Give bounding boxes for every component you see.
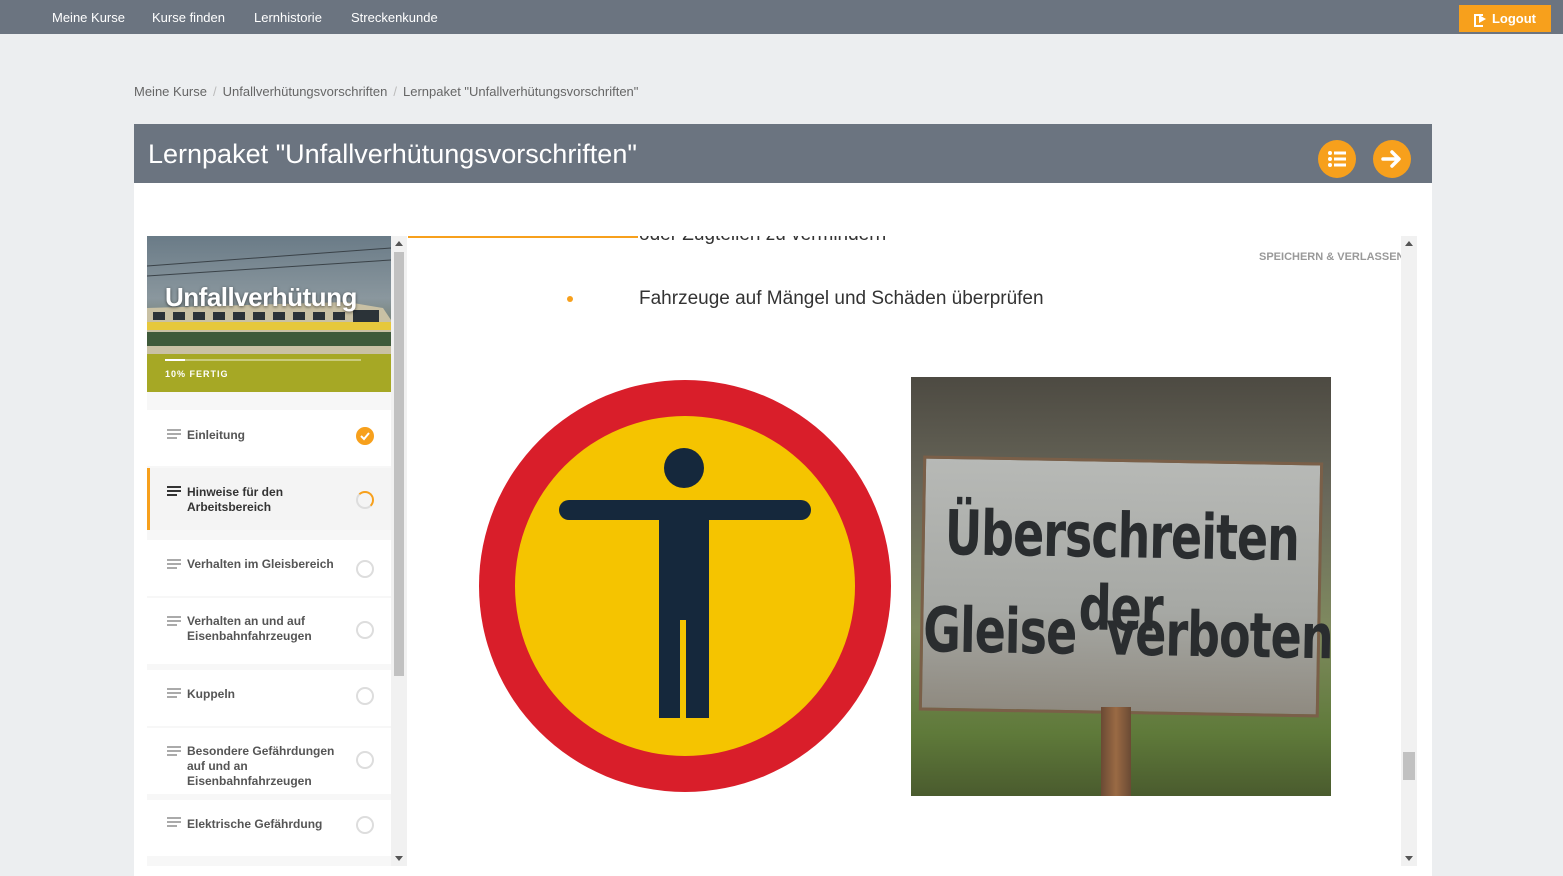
text-lines-icon [167, 429, 181, 439]
page-title: Lernpaket "Unfallverhütungsvorschriften" [148, 139, 637, 169]
lesson-list-button[interactable] [1318, 140, 1356, 178]
lesson-label: Hinweise für den Arbeitsbereich [187, 485, 284, 514]
nav-streckenkunde[interactable]: Streckenkunde [351, 10, 438, 25]
nav-lernhistorie[interactable]: Lernhistorie [254, 10, 322, 25]
next-lesson-button[interactable] [1373, 140, 1411, 178]
scroll-up-icon[interactable] [1405, 241, 1413, 246]
text-lines-icon [167, 486, 181, 496]
breadcrumb-separator: / [212, 84, 217, 99]
warning-plate: Überschreiten der Gleise verboten [918, 455, 1331, 718]
breadcrumb: Meine Kurse / Unfallverhütungsvorschriften… [134, 84, 638, 99]
lesson-item-fahrzeuge[interactable]: Verhalten an und auf Eisenbahnfahrzeugen [147, 598, 391, 664]
bullet-text: Fahrzeuge auf Mängel und Schäden überprü… [639, 288, 1044, 309]
sign-out-icon [1473, 13, 1486, 27]
text-lines-icon [167, 746, 181, 756]
lesson-label: Elektrische Gefährdung [187, 817, 323, 831]
lesson-item-hinweise[interactable]: Hinweise für den Arbeitsbereich [147, 468, 391, 530]
sign-post [1101, 707, 1131, 796]
content-scroll-thumb[interactable] [1403, 752, 1415, 780]
no-entry-person-sign-image [479, 380, 891, 792]
course-hero-title: Unfallverhütung [165, 282, 357, 312]
sidebar-scrollbar[interactable] [391, 236, 407, 866]
lesson-label: Verhalten an und auf Eisenbahnfahrzeugen [187, 614, 312, 643]
text-lines-icon [167, 688, 181, 698]
empty-circle-icon [356, 816, 374, 834]
empty-circle-icon [356, 621, 374, 639]
nav-meine-kurse[interactable]: Meine Kurse [52, 10, 125, 25]
scroll-up-icon[interactable] [395, 241, 403, 246]
breadcrumb-separator: / [393, 84, 397, 99]
logout-button[interactable]: Logout [1459, 5, 1551, 32]
breadcrumb-meine-kurse[interactable]: Meine Kurse [134, 84, 207, 99]
lesson-item-elektrisch[interactable]: Elektrische Gefährdung [147, 800, 391, 856]
content-top-divider [408, 236, 638, 238]
progress-circle-icon [356, 491, 374, 509]
list-icon [1328, 151, 1346, 167]
lesson-label: Besondere Gefährdungen auf und an Eisenb… [187, 744, 335, 788]
save-and-exit-button[interactable]: SPEICHERN & VERLASSEN [1259, 251, 1401, 263]
text-lines-icon [167, 616, 181, 626]
sidebar-scroll-thumb[interactable] [394, 252, 404, 676]
scroll-down-icon[interactable] [395, 856, 403, 861]
empty-circle-icon [356, 687, 374, 705]
nav-kurse-finden[interactable]: Kurse finden [152, 10, 225, 25]
lesson-sidebar: Unfallverhütung 10% FERTIG Einleitung Hi… [147, 236, 391, 866]
empty-circle-icon [356, 751, 374, 769]
track-warning-photo: Überschreiten der Gleise verboten [911, 377, 1331, 796]
bullet-dot [567, 296, 573, 302]
plate-text-line2: Gleise verboten [922, 593, 1331, 674]
top-navigation: Meine Kurse Kurse finden Lernhistorie St… [0, 0, 1563, 34]
lesson-label: Kuppeln [187, 687, 235, 701]
lesson-item-gleisbereich[interactable]: Verhalten im Gleisbereich [147, 540, 391, 596]
course-progress-fill [165, 359, 185, 361]
empty-circle-icon [356, 560, 374, 578]
lesson-item-kuppeln[interactable]: Kuppeln [147, 670, 391, 726]
package-header: Lernpaket "Unfallverhütungsvorschriften" [134, 124, 1432, 183]
lesson-item-gefaehrdungen[interactable]: Besondere Gefährdungen auf und an Eisenb… [147, 728, 391, 794]
course-progress-label: 10% FERTIG [165, 369, 229, 379]
content-text-partial: oder Zugteilen zu vermindern [639, 236, 886, 246]
lesson-label: Verhalten im Gleisbereich [187, 557, 334, 571]
lesson-content: oder Zugteilen zu vermindern SPEICHERN &… [408, 236, 1401, 866]
text-lines-icon [167, 817, 181, 827]
breadcrumb-current: Lernpaket "Unfallverhütungsvorschriften" [402, 84, 639, 99]
lesson-label: Einleitung [187, 428, 245, 442]
course-progress-bar [165, 359, 361, 361]
lesson-item-einleitung[interactable]: Einleitung [147, 410, 391, 466]
scroll-down-icon[interactable] [1405, 856, 1413, 861]
course-hero-image: Unfallverhütung 10% FERTIG [147, 236, 391, 392]
content-scrollbar[interactable] [1401, 236, 1417, 866]
breadcrumb-course[interactable]: Unfallverhütungsvorschriften [223, 84, 388, 99]
text-lines-icon [167, 559, 181, 569]
check-circle-icon [356, 427, 374, 445]
arrow-right-icon [1381, 150, 1401, 168]
logout-label: Logout [1491, 11, 1537, 26]
